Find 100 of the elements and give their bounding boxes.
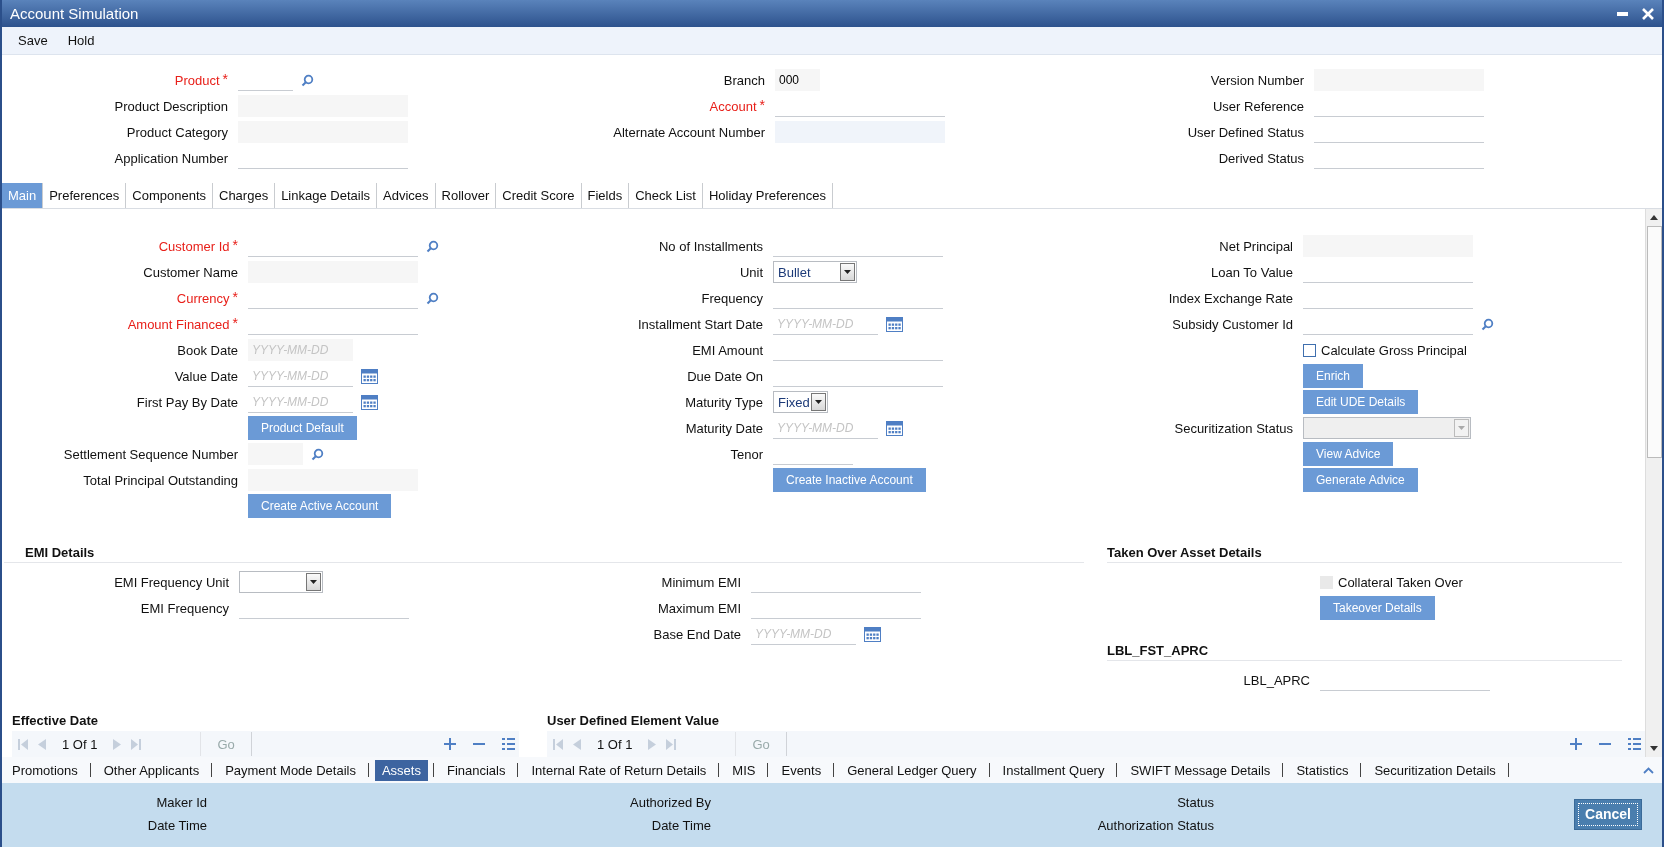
field-label: Total Principal Outstanding <box>83 472 238 488</box>
field-label: Account <box>709 98 757 114</box>
caret-icon[interactable] <box>840 263 855 281</box>
checkbox-label: Collateral Taken Over <box>1338 574 1463 590</box>
section-title: LBL_FST_APRC <box>1107 643 1622 661</box>
section-title: Taken Over Asset Details <box>1107 545 1622 563</box>
checkbox-label: Calculate Gross Principal <box>1321 342 1467 358</box>
dropdown[interactable] <box>239 571 323 593</box>
field-label: Amount Financed <box>127 316 230 332</box>
field-label: EMI Frequency <box>140 600 229 616</box>
checkbox[interactable] <box>1303 343 1316 357</box>
page-info: 1 Of 1 <box>597 736 633 752</box>
field-label: Version Number <box>1210 72 1304 88</box>
calendar-icon[interactable] <box>361 368 378 384</box>
search-icon[interactable] <box>426 291 439 305</box>
next-page-icon[interactable] <box>647 738 658 750</box>
field-label: Branch <box>723 72 765 88</box>
tab[interactable]: MIS <box>725 759 763 781</box>
field-label: LBL_APRC <box>1243 672 1310 688</box>
field-label: Maturity Date <box>685 420 763 436</box>
tab[interactable]: Promotions <box>5 759 85 781</box>
list-icon[interactable] <box>502 738 515 750</box>
field-label: First Pay By Date <box>136 394 238 410</box>
footer-label: Authorization Status <box>1097 818 1214 833</box>
tab[interactable]: Assets <box>374 759 428 781</box>
tab[interactable]: Installment Query <box>995 759 1112 781</box>
field-label: Product Description <box>114 98 228 114</box>
tab[interactable]: Other Applicants <box>96 759 207 781</box>
previous-page-icon[interactable] <box>37 738 47 750</box>
field-label: No of Installments <box>658 238 763 254</box>
search-icon[interactable] <box>301 73 314 87</box>
field-label: Minimum EMI <box>661 574 741 590</box>
field-label: User Defined Status <box>1187 124 1304 140</box>
field-label: Frequency <box>701 290 763 306</box>
next-page-icon[interactable] <box>112 738 123 750</box>
field-label: Alternate Account Number <box>613 124 765 140</box>
field-label: Derived Status <box>1218 150 1304 166</box>
caret-icon[interactable] <box>811 393 826 411</box>
search-icon[interactable] <box>311 447 324 461</box>
collapse-icon[interactable] <box>1643 766 1654 774</box>
required-mark: * <box>759 98 765 111</box>
dropdown[interactable]: Fixed <box>773 391 828 413</box>
calendar-icon[interactable] <box>886 420 903 436</box>
menu-item[interactable]: Save <box>10 30 56 51</box>
tab[interactable]: Securitization Details <box>1367 759 1503 781</box>
field-label: Due Date On <box>687 368 763 384</box>
cancel-button[interactable]: Cancel <box>1574 798 1642 830</box>
field-label: Index Exchange Rate <box>1168 290 1293 306</box>
field-label: Settlement Sequence Number <box>63 446 238 462</box>
readonly-field[interactable]: 000 <box>775 69 820 91</box>
list-icon[interactable] <box>1628 738 1641 750</box>
grid-title: User Defined Element Value <box>547 713 720 728</box>
required-mark: * <box>232 316 238 329</box>
field-label: Customer Name <box>143 264 238 280</box>
last-page-icon[interactable] <box>666 738 677 750</box>
last-page-icon[interactable] <box>131 738 142 750</box>
dropdown[interactable]: Bullet <box>773 261 857 283</box>
calendar-icon[interactable] <box>361 394 378 410</box>
close-icon[interactable] <box>1642 7 1654 20</box>
page-info: 1 Of 1 <box>62 736 98 752</box>
add-icon[interactable] <box>1570 738 1582 750</box>
field-label: Base End Date <box>653 626 741 642</box>
footer-label: Date Time <box>651 818 711 833</box>
tab[interactable]: Events <box>774 759 829 781</box>
scrollbar[interactable] <box>1645 209 1662 757</box>
tab[interactable]: Internal Rate of Return Details <box>524 759 714 781</box>
search-icon[interactable] <box>1481 317 1494 331</box>
field-label: Tenor <box>730 446 763 462</box>
scroll-down-icon[interactable] <box>1650 746 1658 751</box>
window-title: Account Simulation <box>10 5 140 22</box>
caret-icon[interactable] <box>306 573 321 591</box>
field-label: Book Date <box>177 342 238 358</box>
search-icon[interactable] <box>426 239 439 253</box>
scroll-up-icon[interactable] <box>1650 215 1658 220</box>
calendar-icon[interactable] <box>886 316 903 332</box>
menu-item[interactable]: Hold <box>59 30 103 51</box>
footer-label: Status <box>1177 795 1214 810</box>
field-label: Maturity Type <box>685 394 763 410</box>
field-label: Unit <box>739 264 763 280</box>
field-label: Product <box>174 72 220 88</box>
minimize-icon[interactable] <box>1617 11 1628 16</box>
first-page-icon[interactable] <box>553 738 563 750</box>
tab[interactable]: General Ledger Query <box>840 759 984 781</box>
footer-label: Maker Id <box>156 795 207 810</box>
previous-page-icon[interactable] <box>572 738 582 750</box>
tab[interactable]: Financials <box>439 759 513 781</box>
first-page-icon[interactable] <box>18 738 28 750</box>
field-label: Securitization Status <box>1174 420 1293 436</box>
field-label: Loan To Value <box>1211 264 1293 280</box>
tab[interactable]: SWIFT Message Details <box>1123 759 1278 781</box>
tab[interactable]: Statistics <box>1289 759 1356 781</box>
required-mark: * <box>232 238 238 251</box>
grid-title: Effective Date <box>12 713 99 728</box>
tab[interactable]: Payment Mode Details <box>218 759 363 781</box>
add-icon[interactable] <box>444 738 456 750</box>
required-mark: * <box>232 290 238 303</box>
calendar-icon[interactable] <box>864 626 881 642</box>
field-label: Currency <box>176 290 230 306</box>
field-label: Value Date <box>174 368 238 384</box>
field-label: EMI Frequency Unit <box>114 574 229 590</box>
